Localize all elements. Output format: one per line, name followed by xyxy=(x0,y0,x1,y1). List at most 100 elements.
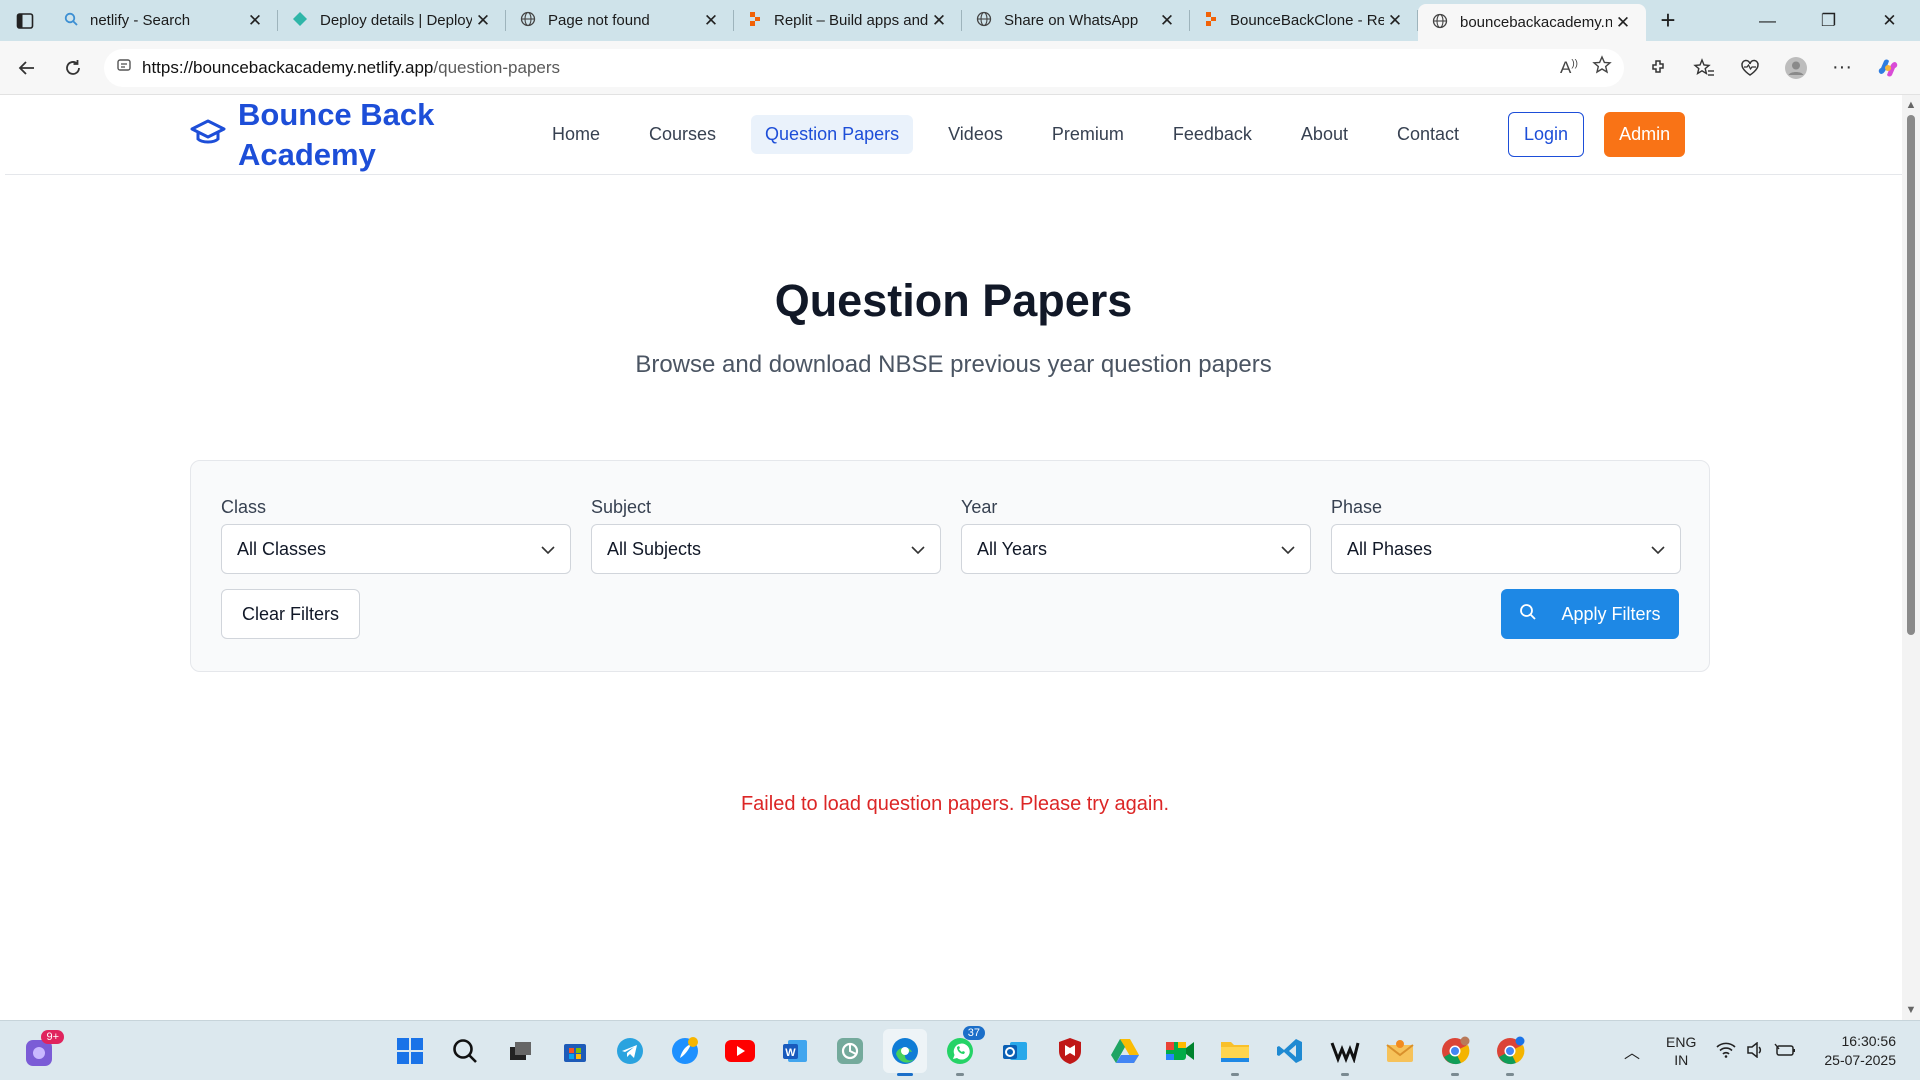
volume-icon[interactable] xyxy=(1746,1040,1764,1061)
windows-start-icon[interactable] xyxy=(388,1029,432,1073)
page-scrollbar[interactable]: ▲ ▼ xyxy=(1902,95,1920,1020)
refresh-icon[interactable] xyxy=(50,48,96,88)
outlook-icon[interactable] xyxy=(993,1029,1037,1073)
read-aloud-icon[interactable]: A)) xyxy=(1560,58,1578,78)
chevron-down-icon xyxy=(1281,539,1295,560)
clear-filters-button[interactable]: Clear Filters xyxy=(221,589,361,639)
copilot-icon[interactable] xyxy=(1868,48,1908,88)
favorite-star-icon[interactable] xyxy=(1592,55,1612,80)
nav-about[interactable]: About xyxy=(1287,115,1362,154)
nav-feedback[interactable]: Feedback xyxy=(1159,115,1266,154)
youtube-icon[interactable] xyxy=(718,1029,762,1073)
running-indicator xyxy=(1341,1073,1349,1076)
nav-contact[interactable]: Contact xyxy=(1383,115,1473,154)
restore-icon[interactable]: ❐ xyxy=(1798,0,1859,41)
extensions-icon[interactable] xyxy=(1638,48,1678,88)
nav-premium[interactable]: Premium xyxy=(1038,115,1138,154)
running-indicator xyxy=(897,1073,913,1076)
tab-bouncebackclone[interactable]: BounceBackClone - Re ✕ xyxy=(1190,0,1418,41)
word-icon[interactable]: W xyxy=(773,1029,817,1073)
google-drive-icon[interactable] xyxy=(1103,1029,1147,1073)
nav-courses[interactable]: Courses xyxy=(635,115,730,154)
chevron-down-icon xyxy=(541,539,555,560)
chrome-profile-icon[interactable] xyxy=(1433,1029,1477,1076)
tab-replit[interactable]: Replit – Build apps and ✕ xyxy=(734,0,962,41)
brand-logo[interactable]: Bounce Back Academy xyxy=(190,95,550,175)
tab-page-not-found[interactable]: Page not found ✕ xyxy=(506,0,734,41)
chevron-down-icon xyxy=(911,539,925,560)
tab-actions-menu-icon[interactable] xyxy=(0,0,50,41)
address-toolbar: https://bouncebackacademy.netlify.app/qu… xyxy=(0,41,1920,95)
close-icon[interactable]: ✕ xyxy=(1612,12,1634,34)
login-button[interactable]: Login xyxy=(1508,112,1585,157)
whatsapp-icon[interactable]: 37 xyxy=(938,1026,985,1076)
class-select[interactable]: All Classes xyxy=(221,524,571,574)
tab-netlify-search[interactable]: netlify - Search ✕ xyxy=(50,0,278,41)
url-bar[interactable]: https://bouncebackacademy.netlify.app/qu… xyxy=(104,48,1624,87)
apply-filters-button[interactable]: Apply Filters xyxy=(1501,589,1679,639)
scrollbar-thumb[interactable] xyxy=(1907,115,1915,635)
widgets-icon[interactable]: 9+ xyxy=(22,1030,64,1070)
battery-icon[interactable] xyxy=(1774,1042,1796,1061)
close-window-icon[interactable]: ✕ xyxy=(1859,0,1920,41)
mcafee-icon[interactable] xyxy=(1048,1029,1092,1073)
vscode-icon[interactable] xyxy=(1268,1029,1312,1073)
scroll-down-icon[interactable]: ▼ xyxy=(1905,1004,1917,1016)
file-explorer-icon[interactable] xyxy=(1213,1029,1257,1076)
favorites-icon[interactable] xyxy=(1684,48,1724,88)
year-select[interactable]: All Years xyxy=(961,524,1311,574)
nav-question-papers[interactable]: Question Papers xyxy=(751,115,914,154)
profile-avatar-icon[interactable] xyxy=(1776,48,1816,88)
tab-share-whatsapp[interactable]: Share on WhatsApp ✕ xyxy=(962,0,1190,41)
close-icon[interactable]: ✕ xyxy=(244,10,266,32)
new-tab-icon[interactable]: + xyxy=(1646,0,1690,41)
close-icon[interactable]: ✕ xyxy=(928,10,950,32)
year-label: Year xyxy=(961,497,998,517)
search-icon[interactable] xyxy=(443,1029,487,1073)
running-indicator xyxy=(1506,1073,1514,1076)
tab-title: Deploy details | Deploy xyxy=(320,12,472,29)
close-icon[interactable]: ✕ xyxy=(1156,10,1178,32)
phase-select-value: All Phases xyxy=(1347,538,1433,559)
nav-home[interactable]: Home xyxy=(538,115,614,154)
close-icon[interactable]: ✕ xyxy=(700,10,722,32)
minimize-icon[interactable]: — xyxy=(1737,0,1798,41)
tab-title: Share on WhatsApp xyxy=(1004,12,1139,29)
tab-deploy-details[interactable]: Deploy details | Deploy ✕ xyxy=(278,0,506,41)
globe-icon xyxy=(976,11,992,31)
tab-bouncebackacademy[interactable]: bouncebackacademy.n ✕ xyxy=(1418,4,1646,41)
subject-label: Subject xyxy=(591,497,652,517)
microsoft-store-icon[interactable] xyxy=(553,1029,597,1073)
feather-app-icon[interactable] xyxy=(663,1029,707,1073)
page-title: Question Papers xyxy=(774,275,1133,326)
chatgpt-icon[interactable] xyxy=(828,1029,872,1073)
admin-button[interactable]: Admin xyxy=(1604,112,1686,157)
close-icon[interactable]: ✕ xyxy=(472,10,494,32)
input-language[interactable]: ENG IN xyxy=(1666,1033,1696,1069)
taskbar: 9+ W 37 ︿ ENG IN 16:30:56 25-07-2025 xyxy=(0,1020,1920,1080)
phase-select[interactable]: All Phases xyxy=(1331,524,1681,574)
edge-browser-icon[interactable] xyxy=(883,1029,927,1076)
site-info-icon[interactable] xyxy=(116,57,132,78)
clock[interactable]: 16:30:56 25-07-2025 xyxy=(1824,1032,1896,1070)
year-filter: Year All Years xyxy=(961,497,1311,574)
more-menu-icon[interactable]: ··· xyxy=(1822,48,1862,88)
tab-title: Page not found xyxy=(548,12,650,29)
chevron-up-icon[interactable]: ︿ xyxy=(1624,1039,1640,1063)
telegram-icon[interactable] xyxy=(608,1029,652,1073)
task-view-icon[interactable] xyxy=(498,1029,542,1073)
wondershare-icon[interactable] xyxy=(1323,1029,1367,1076)
browser-essentials-icon[interactable] xyxy=(1730,48,1770,88)
nav-videos[interactable]: Videos xyxy=(934,115,1017,154)
wifi-icon[interactable] xyxy=(1716,1042,1736,1061)
clock-time: 16:30:56 xyxy=(1841,1033,1897,1049)
google-meet-icon[interactable] xyxy=(1158,1029,1202,1073)
subject-select[interactable]: All Subjects xyxy=(591,524,941,574)
scroll-up-icon[interactable]: ▲ xyxy=(1905,99,1917,111)
filter-panel: Class All Classes Subject All Subjects Y… xyxy=(190,460,1710,672)
close-icon[interactable]: ✕ xyxy=(1384,10,1406,32)
clock-date: 25-07-2025 xyxy=(1824,1052,1896,1068)
back-arrow-icon[interactable] xyxy=(4,48,50,88)
chrome-profile-2-icon[interactable] xyxy=(1488,1029,1532,1076)
mail-app-icon[interactable] xyxy=(1378,1029,1422,1073)
